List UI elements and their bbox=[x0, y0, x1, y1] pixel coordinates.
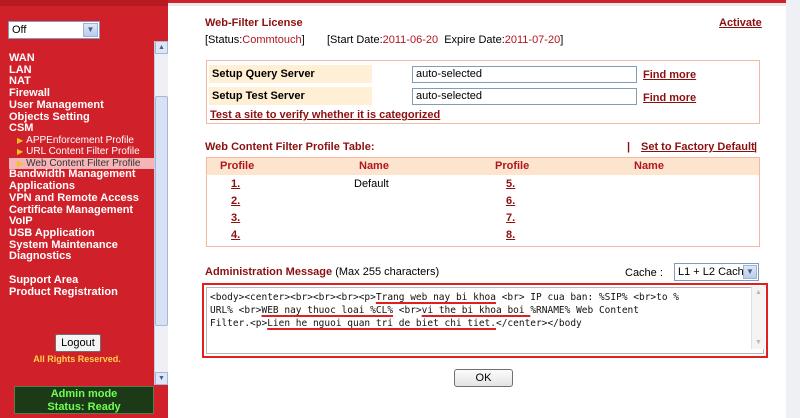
mode-select[interactable]: Off ▼ bbox=[8, 21, 100, 39]
submenu-label: APPEnforcement Profile bbox=[26, 134, 134, 146]
page-scrollbar[interactable] bbox=[786, 0, 800, 418]
menu-item-user-management[interactable]: User Management bbox=[9, 99, 159, 112]
menu-item-product-registration[interactable]: Product Registration bbox=[9, 286, 159, 299]
test-server-input[interactable]: auto-selected bbox=[412, 88, 637, 105]
license-title: Web-Filter License bbox=[205, 17, 303, 29]
admin-message-highlight: <body><center><br><br><br><p>Trang web n… bbox=[202, 283, 768, 358]
msg-underlined-text: Lien he nguoi quan tri de biet chi tiet. bbox=[267, 318, 496, 329]
logout-button[interactable]: Logout bbox=[55, 334, 101, 352]
menu-item-csm[interactable]: CSM bbox=[9, 123, 159, 135]
chevron-down-icon[interactable]: ▼ bbox=[743, 265, 757, 279]
admin-message-label: Administration Message (Max 255 characte… bbox=[205, 266, 439, 278]
msg-text: <br> bbox=[393, 305, 422, 316]
verify-site-link[interactable]: Test a site to verify whether it is cate… bbox=[210, 109, 440, 121]
profile-link-5[interactable]: 5. bbox=[506, 178, 515, 190]
scroll-thumb[interactable] bbox=[155, 96, 168, 326]
msg-underlined-text: Trang web nay bi khoa bbox=[375, 292, 496, 303]
triangle-right-icon: ▶ bbox=[17, 147, 24, 157]
status-panel: Admin mode Status: Ready bbox=[14, 386, 154, 414]
triangle-right-icon: ▶ bbox=[17, 158, 24, 168]
profile-link-4[interactable]: 4. bbox=[231, 229, 240, 241]
start-date: 2011-06-20 bbox=[382, 34, 439, 46]
sidebar-scrollbar[interactable]: ▲ ▼ bbox=[154, 41, 168, 385]
status-value: Commtouch bbox=[242, 34, 302, 46]
submenu-item-url-content-filter[interactable]: ▶ URL Content Filter Profile bbox=[9, 146, 159, 158]
scroll-down-icon[interactable]: ▼ bbox=[155, 372, 168, 385]
submenu-label: URL Content Filter Profile bbox=[26, 146, 140, 158]
submenu-item-appenforcement[interactable]: ▶ APPEnforcement Profile bbox=[9, 135, 159, 147]
msg-text: %RNAME% Web Content bbox=[530, 305, 639, 316]
expire-date: 2011-07-20 bbox=[504, 34, 561, 46]
table-row: 2. 6. bbox=[206, 195, 760, 212]
profile-link-3[interactable]: 3. bbox=[231, 212, 240, 224]
content-area: Web-Filter License Activate [Status:Comm… bbox=[168, 0, 800, 418]
rights-text: All Rights Reserved. bbox=[33, 354, 121, 364]
ok-button[interactable]: OK bbox=[454, 369, 513, 387]
cache-select-value: L1 + L2 Cache bbox=[678, 266, 750, 278]
scroll-up-icon[interactable]: ▲ bbox=[155, 41, 168, 54]
admin-message-textarea[interactable]: <body><center><br><br><br><p>Trang web n… bbox=[206, 287, 764, 354]
profile-name-1: Default bbox=[354, 178, 389, 190]
profile-link-2[interactable]: 2. bbox=[231, 195, 240, 207]
menu-item-wan[interactable]: WAN bbox=[9, 52, 159, 65]
license-status-line: [Status:Commtouch] bbox=[205, 34, 305, 46]
mode-select-value: Off bbox=[12, 24, 27, 36]
pipe-right: | bbox=[754, 141, 758, 153]
content-top-shade bbox=[168, 3, 800, 6]
start-prefix: [Start Date: bbox=[327, 34, 383, 46]
sidebar-top-stripe bbox=[0, 0, 168, 6]
scroll-up-icon[interactable]: ▲ bbox=[752, 286, 765, 299]
query-server-input[interactable]: auto-selected bbox=[412, 66, 637, 83]
profile-link-8[interactable]: 8. bbox=[506, 229, 515, 241]
expire-prefix: Expire Date: bbox=[444, 34, 505, 46]
sidebar: Off ▼ WAN LAN NAT Firewall User Manageme… bbox=[0, 0, 168, 418]
profile-link-6[interactable]: 6. bbox=[506, 195, 515, 207]
status-suffix: ] bbox=[301, 34, 305, 46]
submenu-label: Web Content Filter Profile bbox=[26, 157, 141, 169]
license-dates: [Start Date:2011-06-20 Expire Date:2011-… bbox=[327, 34, 563, 46]
admin-message-hint: (Max 255 characters) bbox=[335, 266, 440, 278]
msg-text: URL% <br> bbox=[210, 305, 262, 316]
activate-link[interactable]: Activate bbox=[719, 17, 762, 29]
msg-text: Filter.<p> bbox=[210, 318, 268, 329]
query-server-label: Setup Query Server bbox=[209, 65, 372, 83]
cache-label: Cache : bbox=[625, 267, 663, 279]
admin-mode-text: Admin mode bbox=[50, 388, 118, 400]
status-prefix: [Status: bbox=[205, 34, 243, 46]
pipe-left: | bbox=[627, 141, 631, 153]
menu-item-lan[interactable]: LAN bbox=[9, 64, 159, 77]
profile-link-7[interactable]: 7. bbox=[506, 212, 515, 224]
triangle-right-icon: ▶ bbox=[17, 135, 24, 145]
scroll-down-icon[interactable]: ▼ bbox=[752, 336, 765, 349]
profile-table-title: Web Content Filter Profile Table: bbox=[205, 141, 375, 153]
main-menu: WAN LAN NAT Firewall User Management Obj… bbox=[9, 52, 168, 299]
cache-select[interactable]: L1 + L2 Cache ▼ bbox=[674, 263, 759, 281]
test-find-more-link[interactable]: Find more bbox=[643, 92, 696, 104]
dates-close: ] bbox=[560, 34, 564, 46]
status-ready-text: Status: Ready bbox=[47, 401, 121, 413]
menu-item-diagnostics[interactable]: Diagnostics bbox=[9, 251, 159, 263]
msg-text: <br> IP cua ban: %SIP% <br>to % bbox=[495, 292, 680, 303]
textarea-scrollbar[interactable]: ▲ ▼ bbox=[751, 286, 765, 349]
profile-link-1[interactable]: 1. bbox=[231, 178, 240, 190]
query-find-more-link[interactable]: Find more bbox=[643, 69, 696, 81]
setup-panel: Setup Query Server auto-selected Find mo… bbox=[206, 60, 760, 124]
factory-default-link[interactable]: Set to Factory Default bbox=[641, 141, 755, 153]
menu-item-vpn[interactable]: VPN and Remote Access bbox=[9, 192, 159, 205]
table-row: 3. 7. bbox=[206, 212, 760, 229]
msg-underlined-text: WEB nay thuoc loai %CL% bbox=[261, 305, 394, 316]
menu-item-usb-application[interactable]: USB Application bbox=[9, 227, 159, 240]
admin-message-title: Administration Message bbox=[205, 266, 333, 278]
chevron-down-icon[interactable]: ▼ bbox=[83, 23, 98, 37]
msg-text: <body><center><br><br><br><p> bbox=[210, 292, 376, 303]
table-row: 4. 8. bbox=[206, 229, 760, 246]
menu-item-support-area[interactable]: Support Area bbox=[9, 274, 159, 287]
table-row: 1. Default 5. bbox=[206, 178, 760, 195]
msg-text: </center></body bbox=[495, 318, 582, 329]
msg-underlined-text: vi the bi khoa boi bbox=[421, 305, 531, 316]
test-server-label: Setup Test Server bbox=[209, 87, 372, 105]
